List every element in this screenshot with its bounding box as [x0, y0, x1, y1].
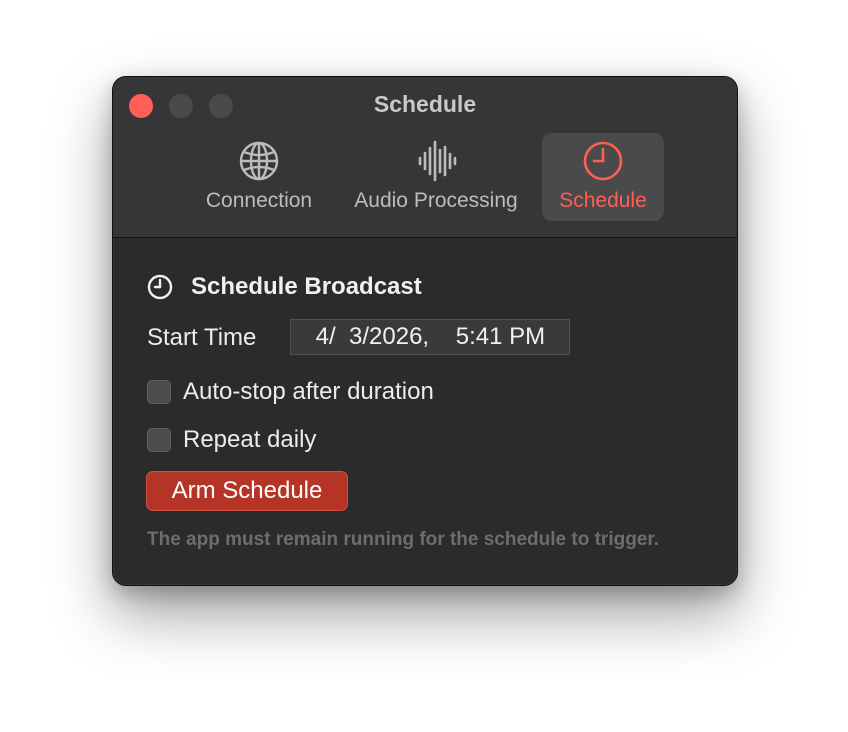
repeat-daily-label: Repeat daily [183, 426, 317, 453]
tab-audio-processing-label: Audio Processing [354, 189, 518, 212]
tab-audio-processing[interactable]: Audio Processing [341, 133, 531, 221]
tab-schedule[interactable]: Schedule [542, 133, 664, 221]
auto-stop-label: Auto-stop after duration [183, 378, 434, 405]
window-title: Schedule [373, 91, 477, 117]
arm-schedule-button[interactable]: Arm Schedule [146, 471, 348, 511]
tab-connection-label: Connection [205, 189, 313, 212]
section-header: Schedule Broadcast [147, 272, 422, 302]
globe-icon [239, 141, 279, 181]
running-note: The app must remain running for the sche… [147, 529, 659, 550]
tab-connection[interactable]: Connection [193, 133, 325, 221]
schedule-window: Schedule Connection Audio Processing Sch… [112, 76, 738, 586]
auto-stop-checkbox[interactable] [147, 380, 171, 404]
titlebar: Schedule Connection Audio Processing Sch… [113, 77, 737, 238]
clock-icon [147, 274, 173, 300]
repeat-daily-row[interactable]: Repeat daily [147, 425, 316, 455]
tab-schedule-label: Schedule [559, 189, 647, 212]
auto-stop-row[interactable]: Auto-stop after duration [147, 377, 434, 407]
section-title: Schedule Broadcast [191, 273, 422, 300]
schedule-pane: Schedule Broadcast Start Time 4/ 3/2026,… [113, 238, 737, 585]
waveform-icon [418, 140, 457, 182]
start-time-label: Start Time [147, 324, 257, 351]
clock-icon [583, 141, 623, 181]
start-time-date-picker[interactable]: 4/ 3/2026, 5:41 PM [290, 319, 570, 355]
repeat-daily-checkbox[interactable] [147, 428, 171, 452]
